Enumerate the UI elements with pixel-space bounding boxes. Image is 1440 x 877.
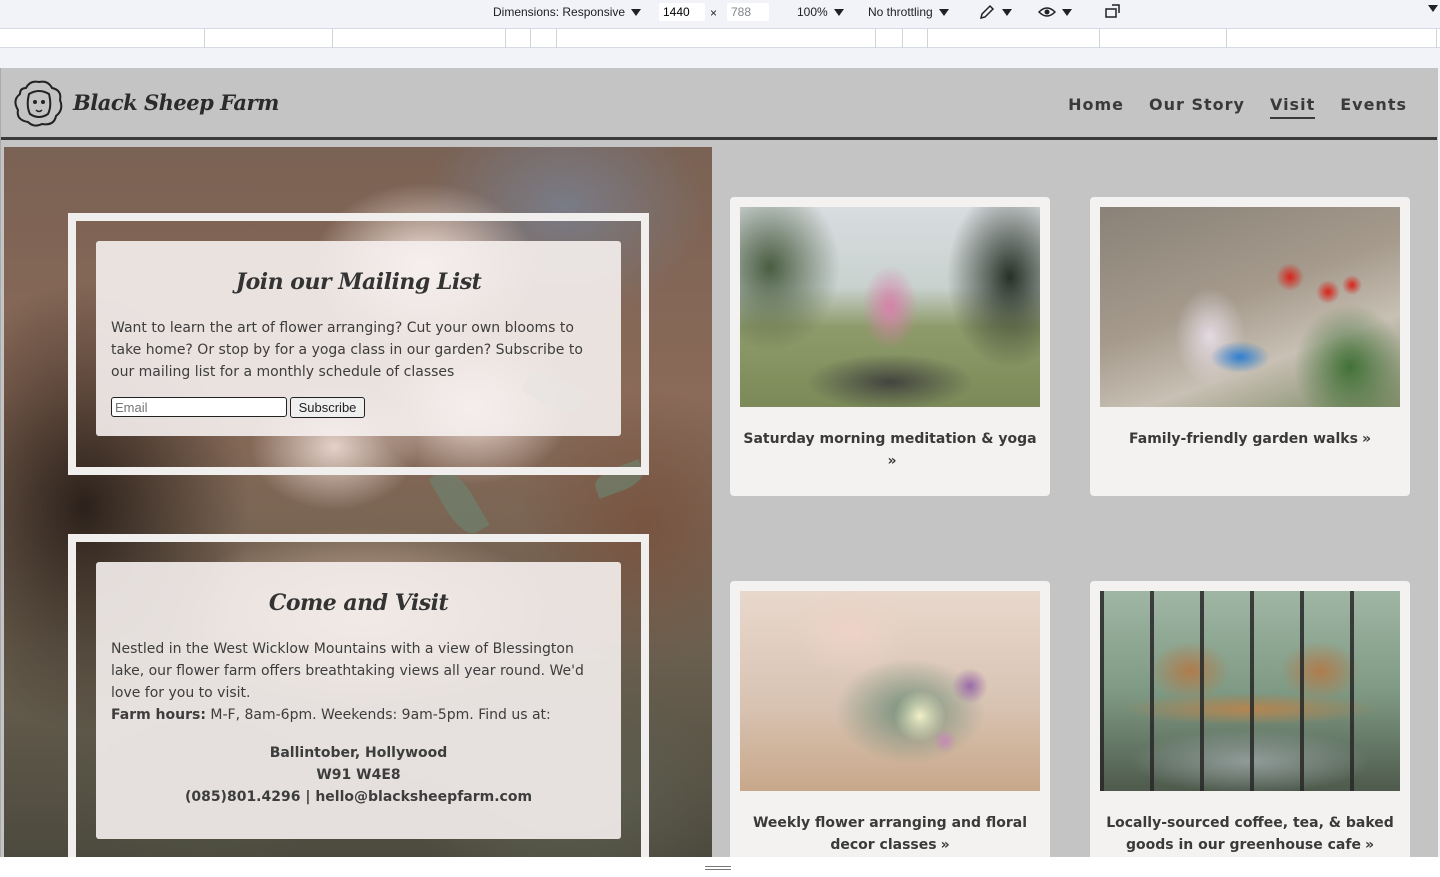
activity-card-flower-arranging[interactable]: Weekly flower arranging and floral decor…	[730, 581, 1050, 857]
address-line-2: W91 W4E8	[316, 767, 401, 783]
media-query-ruler[interactable]	[0, 28, 1440, 48]
yoga-photo	[740, 207, 1040, 407]
yoga-image	[740, 207, 1040, 407]
double-chevron-right-icon: »	[940, 837, 950, 853]
ruler-tick	[1099, 29, 1100, 48]
chevron-down-icon	[833, 8, 844, 16]
brand-name[interactable]: Black Sheep Farm	[73, 90, 279, 115]
activity-card-yoga[interactable]: Saturday morning meditation & yoga »	[730, 197, 1050, 496]
rotate-button[interactable]	[1104, 3, 1122, 21]
dimensions-label: Dimensions: Responsive	[493, 5, 626, 19]
ruler-tick	[556, 29, 557, 48]
width-input[interactable]	[659, 3, 705, 21]
ruler-tick	[1226, 29, 1227, 48]
activity-label-text: Weekly flower arranging and floral decor…	[752, 815, 1028, 853]
farm-hours-text: M-F, 8am-6pm. Weekends: 9am-5pm. Find us…	[205, 707, 551, 723]
activity-card-cafe[interactable]: Locally-sourced coffee, tea, & baked goo…	[1090, 581, 1410, 857]
activity-label-text: Family-friendly garden walks	[1129, 431, 1358, 447]
ruler-tick	[875, 29, 876, 48]
ruler-tick	[1436, 29, 1437, 48]
mailing-list-description: Want to learn the art of flower arrangin…	[111, 320, 583, 380]
greenhouse-cafe-photo	[1100, 591, 1400, 791]
ruler-tick	[927, 29, 928, 48]
subscribe-button[interactable]: Subscribe	[290, 397, 365, 418]
activity-label[interactable]: Saturday morning meditation & yoga »	[738, 428, 1042, 472]
flower-arranging-photo	[740, 591, 1040, 791]
greenhouse-cafe-image	[1100, 591, 1400, 791]
nav-our-story[interactable]: Our Story	[1149, 95, 1245, 119]
subscribe-form: Subscribe	[111, 397, 606, 418]
more-menu-button[interactable]	[1428, 5, 1438, 12]
activity-card-garden-walks[interactable]: Family-friendly garden walks»	[1090, 197, 1410, 496]
flower-arranging-image	[740, 591, 1040, 791]
vision-button[interactable]	[1038, 3, 1072, 21]
activity-label-text: Locally-sourced coffee, tea, & baked goo…	[1106, 815, 1394, 853]
nav-home[interactable]: Home	[1068, 95, 1124, 119]
ruler-tick	[902, 29, 903, 48]
visit-title: Come and Visit	[268, 590, 449, 616]
main-nav: Home Our Story Visit Events	[1068, 95, 1407, 119]
sensors-button[interactable]	[978, 3, 1012, 21]
activity-label-text: Saturday morning meditation & yoga	[743, 431, 1037, 447]
mailing-list-title: Join our Mailing List	[235, 269, 482, 295]
ruler-tick	[204, 29, 205, 48]
activity-label[interactable]: Family-friendly garden walks»	[1098, 428, 1402, 450]
throttling-label: No throttling	[868, 5, 933, 19]
rotate-icon	[1105, 4, 1120, 18]
ruler-tick	[332, 29, 333, 48]
activity-label[interactable]: Weekly flower arranging and floral decor…	[738, 812, 1042, 856]
ruler-tick	[530, 29, 531, 48]
viewport-resize-handle[interactable]	[0, 857, 1440, 877]
devtools-toolbar: Dimensions: Responsive × 100% No throttl…	[0, 0, 1440, 26]
eye-icon	[1038, 7, 1056, 17]
dimensions-dropdown[interactable]: Dimensions: Responsive	[493, 5, 642, 19]
double-chevron-right-icon: »	[1361, 431, 1371, 447]
grip-icon	[705, 866, 731, 870]
nav-visit[interactable]: Visit	[1269, 95, 1316, 119]
garden-walk-image	[1100, 207, 1400, 407]
ruler-tick	[505, 29, 506, 48]
mailing-list-card: Join our Mailing List Want to learn the …	[96, 241, 621, 436]
hero-flowers-photo: Join our Mailing List Want to learn the …	[4, 147, 712, 857]
double-chevron-right-icon: »	[887, 453, 897, 469]
farm-hours-label: Farm hours:	[111, 707, 206, 723]
chevron-down-icon	[1062, 8, 1072, 16]
throttling-dropdown[interactable]: No throttling	[868, 5, 949, 19]
chevron-down-icon	[631, 8, 642, 16]
pen-icon	[979, 4, 995, 20]
visit-card: Come and Visit Nestled in the West Wickl…	[96, 562, 621, 839]
sheep-logo-icon[interactable]	[12, 78, 66, 128]
garden-walk-photo	[1100, 207, 1400, 407]
page-viewport: Black Sheep Farm Home Our Story Visit Ev…	[0, 68, 1438, 857]
height-input[interactable]	[727, 3, 769, 21]
zoom-label: 100%	[797, 5, 828, 19]
leaf-shape	[428, 464, 490, 540]
email-input[interactable]	[111, 397, 287, 417]
site-header: Black Sheep Farm Home Our Story Visit Ev…	[1, 68, 1437, 140]
nav-events[interactable]: Events	[1340, 95, 1407, 119]
activity-label[interactable]: Locally-sourced coffee, tea, & baked goo…	[1098, 812, 1402, 856]
farm-hours: Farm hours: M-F, 8am-6pm. Weekends: 9am-…	[111, 704, 606, 726]
visit-description: Nestled in the West Wicklow Mountains wi…	[111, 641, 584, 701]
chevron-down-icon	[1002, 8, 1012, 16]
double-chevron-right-icon: »	[1364, 837, 1374, 853]
address-line-1: Ballintober, Hollywood	[269, 745, 448, 761]
visit-frame: Come and Visit Nestled in the West Wickl…	[68, 534, 649, 857]
mailing-list-frame: Join our Mailing List Want to learn the …	[68, 213, 649, 475]
chevron-down-icon	[938, 8, 949, 16]
times-sign: ×	[710, 6, 718, 20]
chevron-down-icon	[1428, 5, 1438, 12]
zoom-dropdown[interactable]: 100%	[797, 5, 844, 19]
contact-info[interactable]: (085)801.4296 | hello@blacksheepfarm.com	[111, 786, 606, 808]
